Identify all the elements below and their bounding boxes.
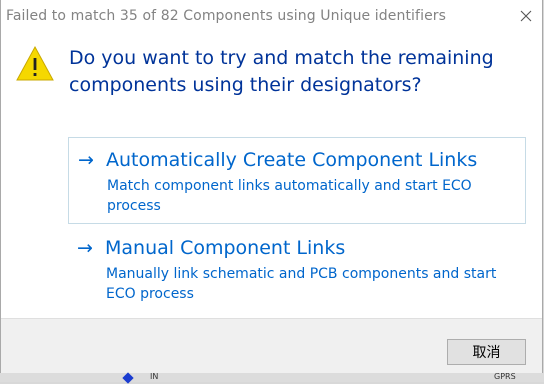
background-window-strip: IN GPRS [0, 372, 544, 384]
dialog-window: Failed to match 35 of 82 Components usin… [0, 0, 544, 374]
cancel-button[interactable]: 取消 [447, 339, 526, 365]
background-label: GPRS [494, 372, 516, 381]
warning-icon [16, 45, 54, 81]
close-icon [520, 10, 532, 22]
option-title: Manual Component Links [105, 237, 346, 259]
question-text: Do you want to try and match the remaini… [69, 47, 494, 96]
background-label: IN [150, 372, 159, 381]
option-title: Automatically Create Component Links [106, 149, 478, 171]
footer: 取消 [1, 318, 542, 374]
manual-links-option[interactable]: → Manual Component Links Manually link s… [68, 226, 526, 312]
auto-create-links-option[interactable]: → Automatically Create Component Links M… [68, 137, 526, 224]
arrow-right-icon: → [77, 237, 93, 259]
arrow-right-icon: → [78, 149, 94, 171]
title-bar: Failed to match 35 of 82 Components usin… [1, 0, 544, 34]
dialog-title: Failed to match 35 of 82 Components usin… [6, 8, 447, 24]
close-button[interactable] [514, 4, 538, 28]
option-description: Match component links automatically and … [107, 178, 472, 214]
option-description: Manually link schematic and PCB componen… [106, 266, 497, 302]
